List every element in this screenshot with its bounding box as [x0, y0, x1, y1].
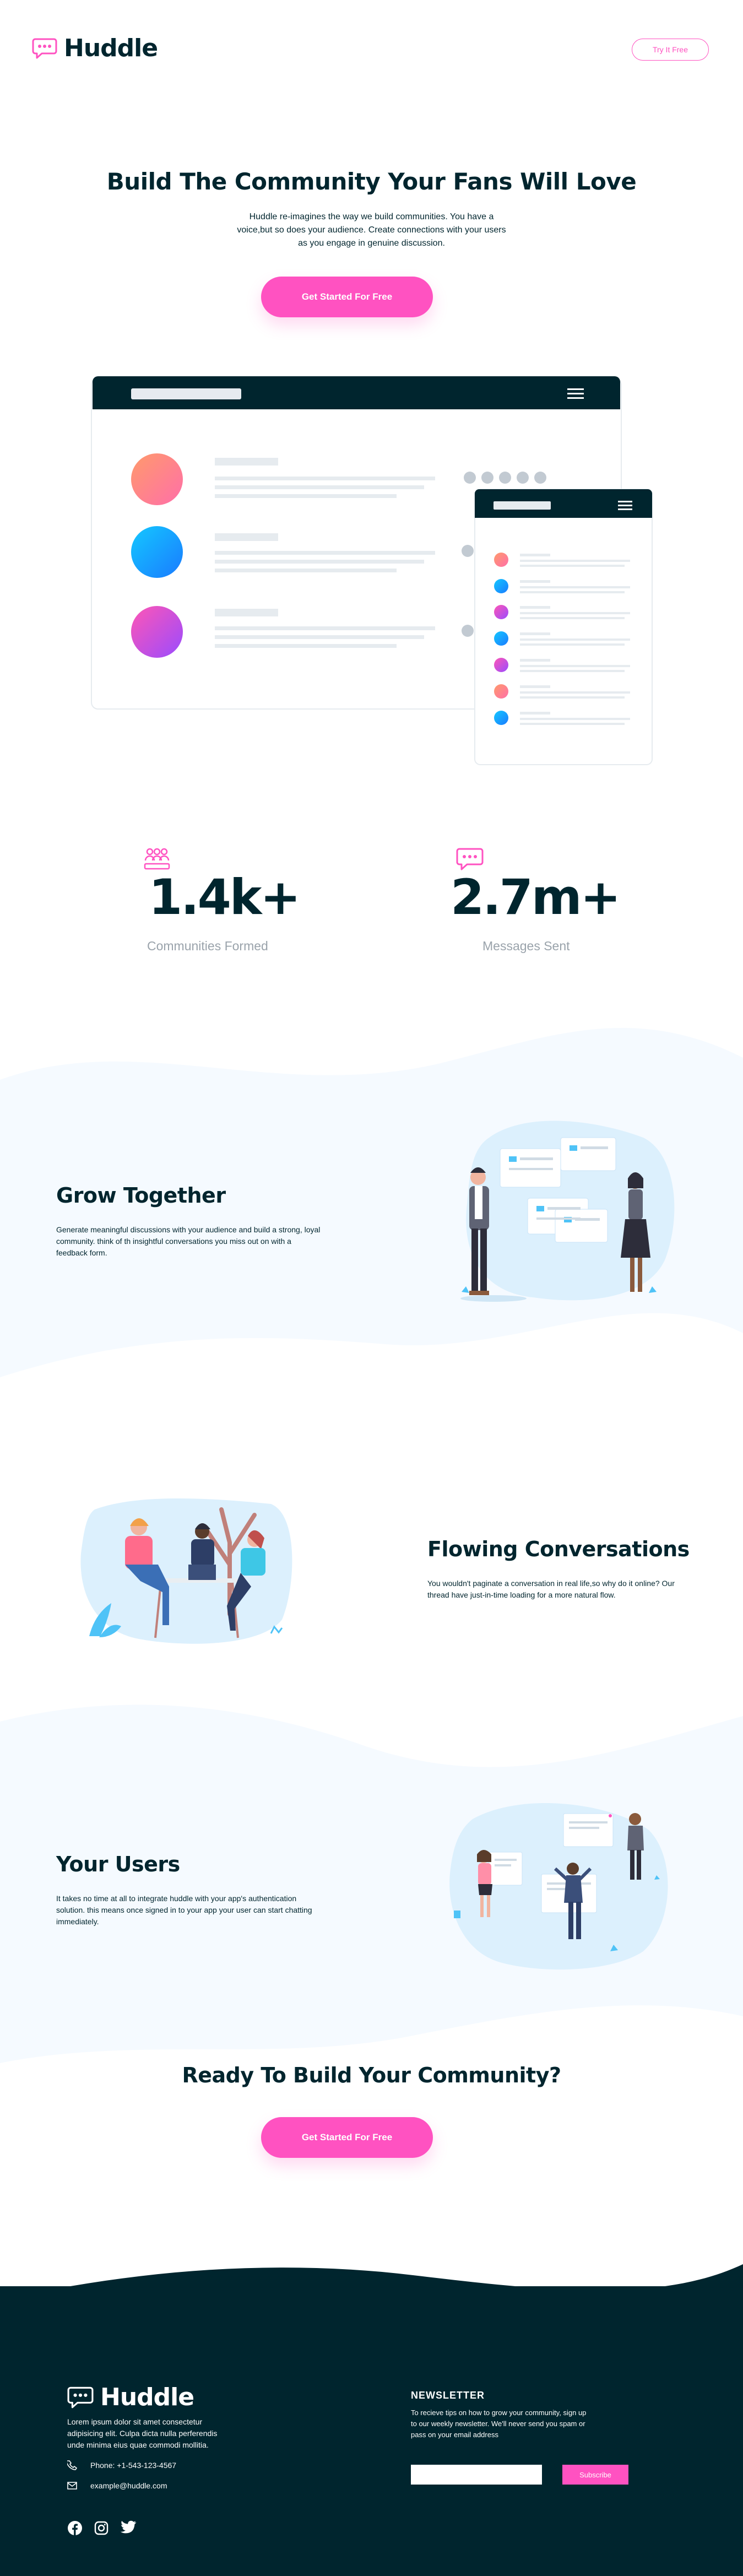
chat-logo-icon [67, 2386, 94, 2408]
twitter-icon[interactable] [120, 2520, 137, 2535]
hero-get-started-button[interactable]: Get Started For Free [261, 277, 433, 317]
feature-flowing-text: You wouldn't paginate a conversation in … [427, 1579, 675, 1599]
footer-email: example@huddle.com [67, 2481, 167, 2490]
grow-together-illustration [460, 1121, 675, 1302]
feature-users-text: It takes no time at all to integrate hud… [56, 1894, 312, 1926]
feature-grow-title: Grow Together [56, 1183, 226, 1208]
newsletter-email-input[interactable] [411, 2465, 542, 2485]
cta-title: Ready To Build Your Community? [182, 2063, 561, 2087]
facebook-icon[interactable] [67, 2520, 83, 2536]
footer-phone: Phone: +1-543-123-4567 [67, 2460, 176, 2470]
feature-grow-text: Generate meaningful discussions with you… [56, 1225, 321, 1257]
stat-communities-number: 1.4k+ [149, 869, 301, 926]
app-mockup-illustration [91, 376, 653, 765]
stat-messages-label: Messages Sent [482, 939, 570, 953]
phone-icon [67, 2460, 77, 2470]
cta-get-started-button[interactable]: Get Started For Free [261, 2117, 433, 2158]
footer-email-text[interactable]: example@huddle.com [90, 2481, 167, 2490]
hero-text: Huddle re-imagines the way we build comm… [237, 212, 506, 248]
newsletter-title: NEWSLETTER [411, 2390, 485, 2401]
messages-icon [456, 848, 484, 870]
footer-brand-name: Huddle [100, 2383, 194, 2411]
footer-phone-text: Phone: +1-543-123-4567 [90, 2461, 177, 2470]
email-icon [67, 2482, 77, 2490]
brand-name: Huddle [64, 34, 158, 62]
flowing-conversations-illustration [80, 1498, 292, 1644]
chat-logo-icon [32, 38, 57, 58]
landing-page: Huddle Try It Free Build The Community Y… [0, 0, 743, 2576]
try-it-free-button[interactable]: Try It Free [632, 39, 709, 61]
stat-communities-label: Communities Formed [147, 939, 268, 953]
hero-title: Build The Community Your Fans Will Love [106, 168, 637, 195]
newsletter-text: To recieve tips on how to grow your comm… [411, 2409, 587, 2439]
footer-logo[interactable]: Huddle [67, 2383, 194, 2411]
footer-about-text: Lorem ipsum dolor sit amet consectetur a… [67, 2417, 218, 2449]
your-users-illustration [449, 1803, 668, 1970]
feature-users-title: Your Users [56, 1852, 180, 1876]
feature-flowing-title: Flowing Conversations [427, 1537, 690, 1561]
communities-icon [144, 848, 170, 870]
subscribe-button[interactable]: Subscribe [562, 2465, 628, 2485]
instagram-icon[interactable] [94, 2520, 109, 2536]
header-logo[interactable]: Huddle [32, 34, 158, 62]
footer-social-links [67, 2520, 137, 2536]
stat-messages-number: 2.7m+ [451, 869, 621, 926]
